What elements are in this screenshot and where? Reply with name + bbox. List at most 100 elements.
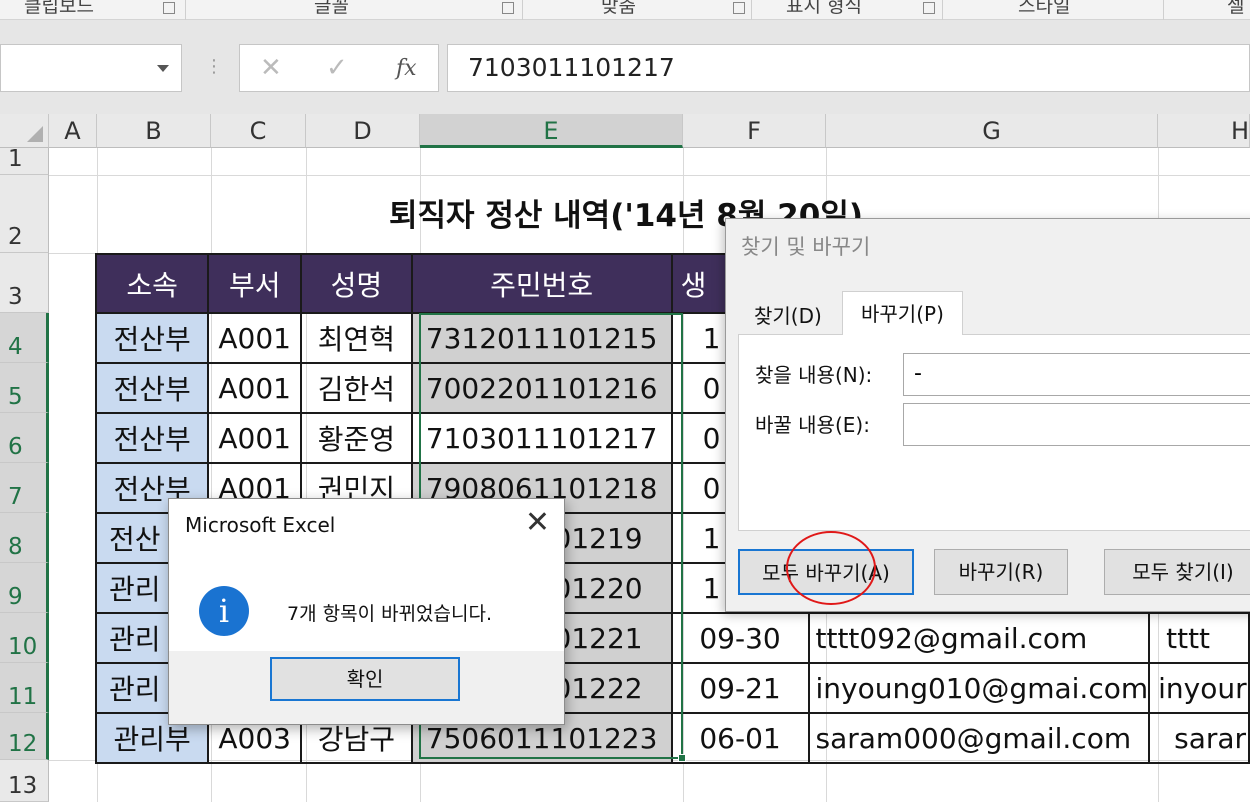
column-header-a[interactable]: A	[49, 114, 97, 148]
row-number: 10	[8, 634, 38, 660]
enter-icon[interactable]: ✓	[326, 53, 348, 83]
column-header-b[interactable]: B	[97, 114, 211, 148]
ribbon-separator	[942, 0, 943, 20]
row-header-5[interactable]: 5	[0, 363, 49, 413]
active-cell-resident-number[interactable]: 7103011101217	[410, 412, 673, 464]
cell-email[interactable]: saram000@gmail.com	[807, 712, 1151, 764]
row-header-11[interactable]: 11	[0, 663, 49, 713]
cell-name[interactable]: 김한석	[300, 362, 413, 414]
cell-birth[interactable]: 09-21	[670, 662, 810, 714]
replace-with-label: 바꿀 내용(E):	[755, 413, 870, 437]
select-all-corner[interactable]	[0, 114, 49, 148]
gridline	[49, 175, 1250, 176]
name-box[interactable]	[0, 44, 182, 92]
tab-find[interactable]: 찾기(D)	[744, 297, 832, 335]
cell-extra[interactable]: inyour	[1148, 662, 1250, 714]
row-number: 9	[8, 584, 23, 610]
row-number: 8	[8, 534, 23, 560]
cell-affiliation[interactable]: 전산부	[94, 362, 210, 414]
message-box-header: Microsoft Excel ✕	[169, 499, 564, 551]
row-header-6[interactable]: 6	[0, 413, 49, 463]
cell-birth[interactable]: 09-30	[670, 612, 810, 664]
find-all-button[interactable]: 모두 찾기(I)	[1104, 549, 1250, 595]
find-replace-dialog: 찾기 및 바꾸기 찾기(D) 바꾸기(P) 찾을 내용(N): - 바꿀 내용(…	[725, 218, 1250, 612]
font-launcher-icon[interactable]	[502, 2, 514, 14]
cell-resident-number[interactable]: 7002201101216	[410, 362, 673, 414]
header-name[interactable]: 성명	[300, 253, 413, 314]
message-box: Microsoft Excel ✕ i 7개 항목이 바뀌었습니다. 확인	[168, 498, 565, 725]
fill-handle[interactable]	[678, 754, 686, 762]
row-number: 3	[8, 284, 23, 310]
column-header-g[interactable]: G	[826, 114, 1158, 148]
row-header-9[interactable]: 9	[0, 563, 49, 613]
ok-button[interactable]: 확인	[270, 657, 460, 701]
ribbon-separator	[522, 0, 523, 20]
cancel-icon[interactable]: ✕	[260, 53, 282, 83]
row-header-4[interactable]: 4	[0, 313, 49, 363]
ribbon-group-number: 표시 형식	[786, 0, 862, 17]
ribbon-separator	[185, 0, 186, 20]
column-header-f[interactable]: F	[683, 114, 826, 148]
replace-button[interactable]: 바꾸기(R)	[934, 549, 1068, 595]
tab-replace[interactable]: 바꾸기(P)	[842, 291, 963, 336]
column-header-e[interactable]: E	[420, 114, 683, 148]
column-header-h[interactable]: H	[1158, 114, 1250, 148]
chevron-down-icon[interactable]	[157, 65, 169, 72]
message-text: 7개 항목이 바뀌었습니다.	[287, 603, 493, 625]
cell-department-code[interactable]: A001	[207, 362, 303, 414]
row-header-2[interactable]: 2	[0, 175, 49, 253]
cell-email[interactable]: inyoung010@gmai.com	[807, 662, 1151, 714]
cell-name[interactable]: 최연혁	[300, 312, 413, 364]
column-header-d[interactable]: D	[306, 114, 420, 148]
ribbon-group-strip: 클립보드 글꼴 맞춤 표시 형식 스타일 셀	[0, 0, 1250, 20]
close-icon[interactable]: ✕	[525, 505, 550, 540]
cell-resident-number[interactable]: 7312011101215	[410, 312, 673, 364]
replace-all-button[interactable]: 모두 바꾸기(A)	[738, 549, 914, 595]
row-number: 1	[8, 146, 23, 172]
row-header-3[interactable]: 3	[0, 253, 49, 313]
row-header-8[interactable]: 8	[0, 513, 49, 563]
row-number: 12	[8, 731, 38, 757]
cell-extra[interactable]: tttt	[1148, 612, 1250, 664]
row-number: 13	[8, 773, 38, 799]
dialog-title: 찾기 및 바꾸기	[741, 235, 871, 259]
ribbon-group-font: 글꼴	[314, 0, 349, 17]
cell-extra[interactable]: sarar	[1148, 712, 1250, 764]
cell-email[interactable]: tttt092@gmail.com	[807, 612, 1151, 664]
cell-affiliation[interactable]: 전산부	[94, 312, 210, 364]
formula-bar: ⋮ ✕ ✓ fx 7103011101217	[0, 20, 1250, 114]
row-header-10[interactable]: 10	[0, 613, 49, 663]
header-department[interactable]: 부서	[207, 253, 303, 314]
cell-name[interactable]: 황준영	[300, 412, 413, 464]
row-header-1[interactable]: 1	[0, 146, 49, 175]
ribbon-group-alignment: 맞춤	[601, 0, 636, 17]
row-header-13[interactable]: 13	[0, 760, 49, 802]
insert-function-icon[interactable]: fx	[396, 56, 417, 81]
ribbon-separator	[751, 0, 752, 20]
cell-affiliation[interactable]: 전산부	[94, 412, 210, 464]
row-header-12[interactable]: 12	[0, 713, 49, 760]
number-launcher-icon[interactable]	[923, 2, 935, 14]
clipboard-launcher-icon[interactable]	[163, 2, 175, 14]
row-number: 6	[8, 434, 23, 460]
message-box-title: Microsoft Excel	[185, 513, 336, 537]
find-what-input[interactable]: -	[903, 353, 1250, 396]
formula-input[interactable]: 7103011101217	[447, 44, 1250, 92]
cell-birth[interactable]: 06-01	[670, 712, 810, 764]
column-header-c[interactable]: C	[211, 114, 306, 148]
ribbon-group-cells: 셀	[1227, 0, 1245, 17]
cell-department-code[interactable]: A001	[207, 312, 303, 364]
ribbon-separator	[1163, 0, 1164, 20]
message-box-body: i 7개 항목이 바뀌었습니다.	[169, 551, 564, 651]
alignment-launcher-icon[interactable]	[733, 2, 745, 14]
replace-panel: 찾을 내용(N): - 바꿀 내용(E):	[738, 335, 1250, 531]
cell-department-code[interactable]: A001	[207, 412, 303, 464]
row-header-7[interactable]: 7	[0, 463, 49, 513]
formula-bar-grip-icon[interactable]: ⋮	[205, 56, 223, 77]
row-number: 4	[8, 334, 23, 360]
formula-buttons: ✕ ✓ fx	[239, 44, 439, 92]
replace-with-input[interactable]	[903, 403, 1250, 446]
header-resident-number[interactable]: 주민번호	[410, 253, 673, 314]
select-all-icon	[27, 126, 43, 142]
header-affiliation[interactable]: 소속	[94, 253, 210, 314]
